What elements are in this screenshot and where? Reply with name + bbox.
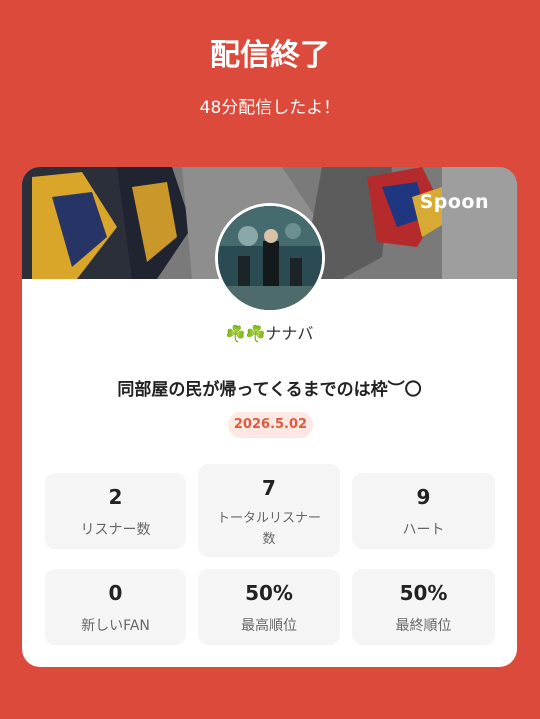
- live-title: 同部屋の民が帰ってくるまでのは枠︶〇: [117, 380, 422, 400]
- broadcast-duration: 48分配信したよ！: [199, 98, 341, 118]
- username-text: ナナバ: [265, 324, 314, 343]
- stat-value: 0: [108, 581, 123, 605]
- avatar: [215, 203, 325, 313]
- stat-value: 50%: [245, 581, 293, 605]
- username: ☘️☘️ナナバ: [22, 320, 517, 344]
- spoon-logo: Spoon: [419, 191, 489, 213]
- stat-label: トータルリスナー数: [216, 511, 321, 547]
- stat-new-fans: 0 新しいFAN: [45, 569, 186, 645]
- stat-highest-rank: 50% 最高順位: [198, 569, 340, 645]
- page-title: 配信終了: [210, 38, 330, 73]
- stat-label: ハート: [402, 522, 445, 538]
- stat-value: 50%: [399, 581, 448, 605]
- stat-hearts: 9 ハート: [352, 473, 495, 549]
- stat-label: 最高順位: [241, 618, 297, 634]
- date-badge: 2026.5.02: [228, 412, 313, 438]
- stat-total-listeners: 7 トータルリスナー数: [198, 464, 340, 557]
- stat-value: 2: [108, 485, 123, 509]
- clover-icon: ☘️☘️: [225, 324, 266, 343]
- stat-value: 9: [416, 485, 431, 509]
- stat-label: 最終順位: [395, 618, 452, 634]
- stat-label: 新しいFAN: [81, 618, 150, 634]
- avatar-image: [218, 206, 322, 310]
- stat-listeners: 2 リスナー数: [45, 473, 186, 549]
- stat-final-rank: 50% 最終順位: [352, 569, 495, 645]
- stat-value: 7: [262, 476, 276, 500]
- broadcast-summary-card: Spoon ☘️☘️ナナバ 同部屋の民が帰ってくるまでのは枠︶〇 2026.5.…: [22, 167, 517, 667]
- stat-label: リスナー数: [80, 522, 151, 538]
